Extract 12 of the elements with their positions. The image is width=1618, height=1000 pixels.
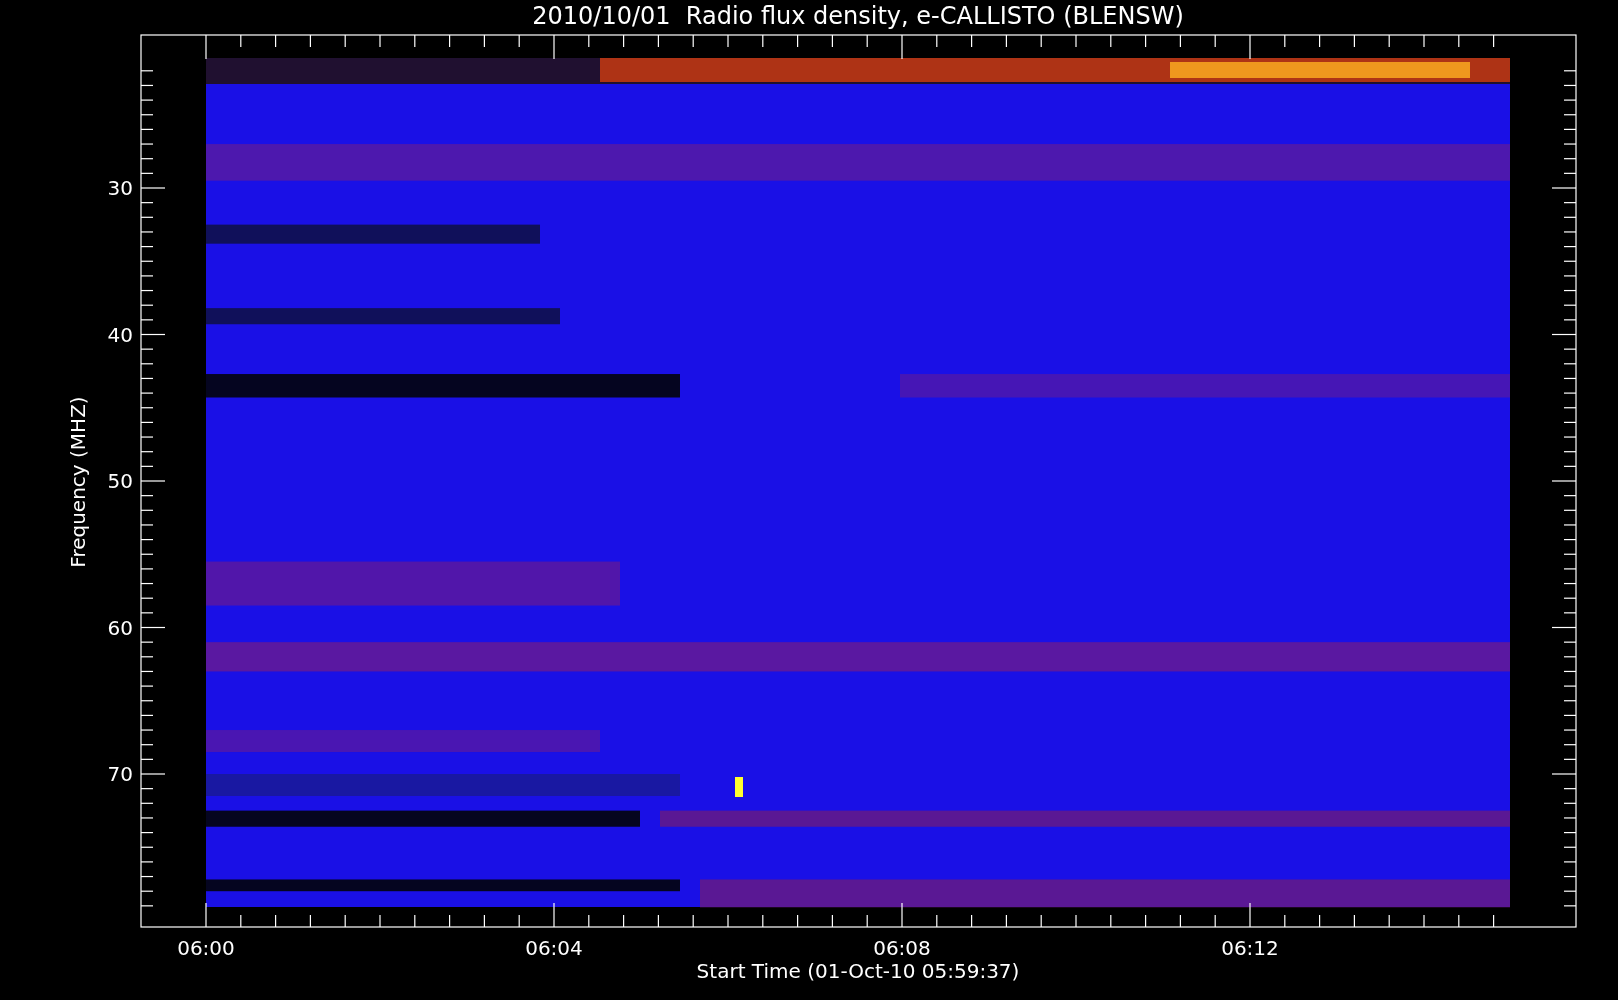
y-axis-label: Frequency (MHZ) bbox=[66, 396, 90, 568]
x-axis-label: Start Time (01-Oct-10 05:59:37) bbox=[696, 959, 1020, 983]
y-tick-label: 60 bbox=[107, 615, 133, 640]
x-tick-label: 06:00 bbox=[177, 936, 235, 960]
x-tick-label: 06:08 bbox=[873, 936, 931, 960]
y-tick-label: 70 bbox=[107, 762, 133, 786]
y-tick-label: 30 bbox=[107, 176, 133, 200]
x-tick-label: 06:12 bbox=[1221, 936, 1279, 960]
chart-title: 2010/10/01 Radio flux density, e-CALLISTO (BLENSW) bbox=[532, 2, 1184, 30]
y-tick-label: 50 bbox=[107, 469, 133, 493]
x-tick-label: 06:04 bbox=[525, 936, 583, 960]
y-tick-label: 40 bbox=[107, 322, 133, 347]
